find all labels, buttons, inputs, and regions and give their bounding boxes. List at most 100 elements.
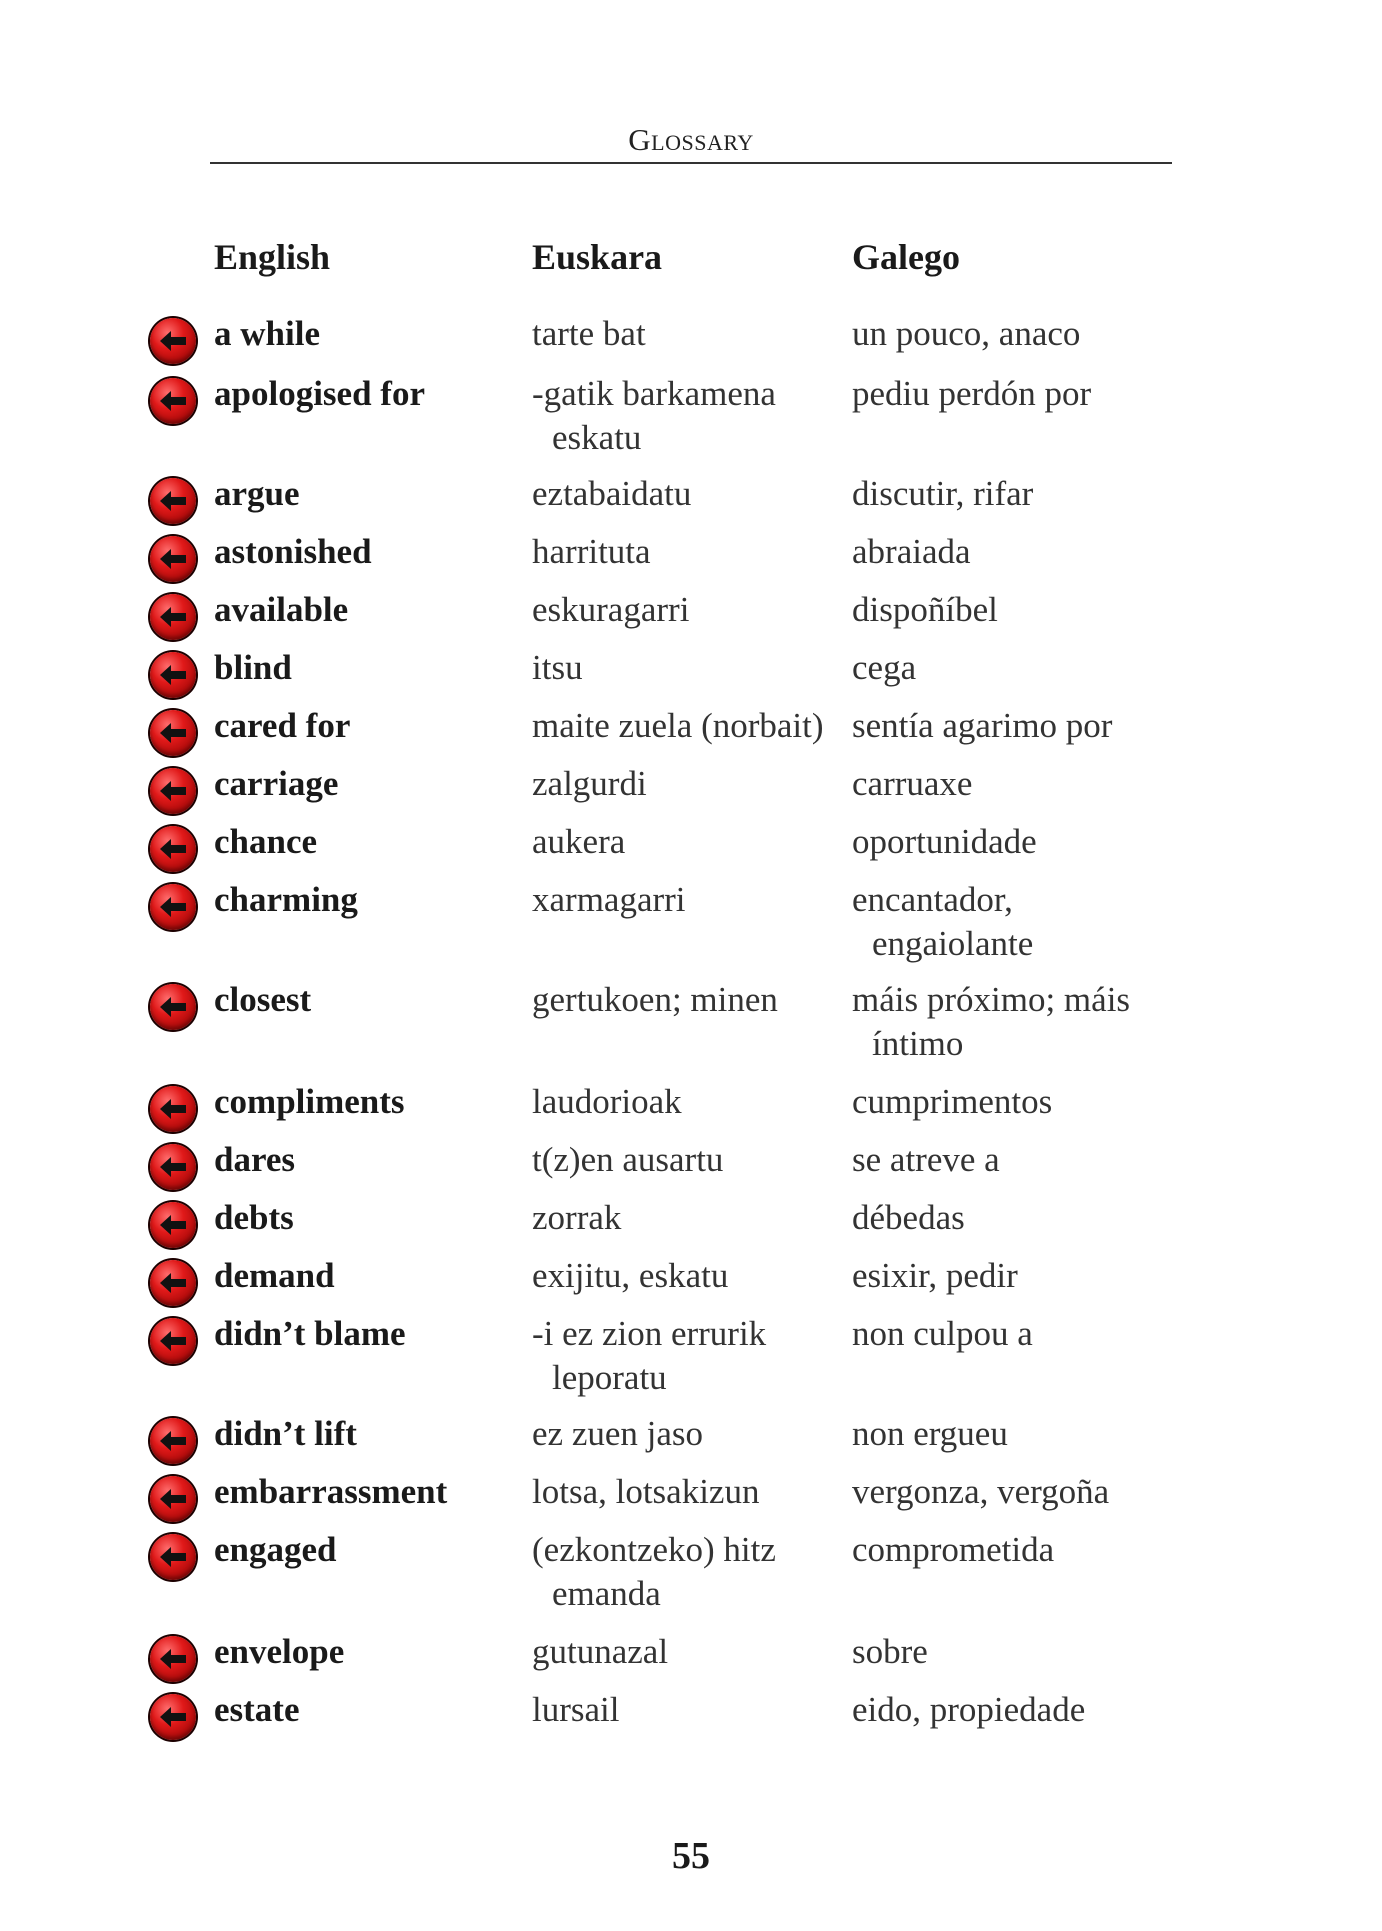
entry-euskara: zorrak [532, 1198, 622, 1237]
audio-button[interactable] [150, 318, 196, 364]
left-arrow-icon [160, 1489, 186, 1509]
entry-english: apologised for [214, 374, 425, 413]
left-arrow-icon [160, 391, 186, 411]
entry-english: demand [214, 1256, 335, 1295]
audio-button[interactable] [150, 1418, 196, 1464]
left-arrow-icon [160, 781, 186, 801]
entry-euskara: (ezkontzeko) hitz [532, 1530, 776, 1569]
entry-euskara: exijitu, eskatu [532, 1256, 729, 1295]
entry-english: astonished [214, 532, 372, 571]
glossary-row: didn’t lift ez zuen jaso non ergueu [0, 1412, 1382, 1464]
audio-button[interactable] [150, 1144, 196, 1190]
entry-galego: non culpou a [852, 1314, 1033, 1353]
entry-galego: carruaxe [852, 764, 973, 803]
glossary-row: closest gertukoen; minen máis próximo; mái… [0, 978, 1382, 1063]
entry-euskara: gutunazal [532, 1632, 669, 1671]
entry-english: dares [214, 1140, 296, 1179]
entry-english: closest [214, 980, 312, 1019]
entry-english: estate [214, 1690, 300, 1729]
audio-button[interactable] [150, 1476, 196, 1522]
audio-button[interactable] [150, 1534, 196, 1580]
left-arrow-icon [160, 1547, 186, 1567]
entry-english: didn’t blame [214, 1314, 406, 1353]
glossary-list: a while tarte bat un pouco, anaco apologise… [0, 0, 1382, 1800]
glossary-row: a while tarte bat un pouco, anaco [0, 312, 1382, 364]
glossary-row: carriage zalgurdi carruaxe [0, 762, 1382, 814]
entry-euskara: gertukoen; minen [532, 980, 778, 1019]
left-arrow-icon [160, 723, 186, 743]
entry-english: envelope [214, 1632, 345, 1671]
left-arrow-icon [160, 839, 186, 859]
entry-galego: máis próximo; máis [852, 980, 1131, 1019]
glossary-row: available eskuragarri dispoñíbel [0, 588, 1382, 640]
entry-euskara: aukera [532, 822, 626, 861]
entry-euskara-continued: eskatu [552, 418, 642, 457]
entry-euskara: harrituta [532, 532, 651, 571]
left-arrow-icon [160, 331, 186, 351]
glossary-row: dares t(z)en ausartu se atreve a [0, 1138, 1382, 1190]
audio-button[interactable] [150, 768, 196, 814]
glossary-row: estate lursail eido, propiedade [0, 1688, 1382, 1740]
left-arrow-icon [160, 1215, 186, 1235]
entry-english: available [214, 590, 349, 629]
entry-galego: sentía agarimo por [852, 706, 1113, 745]
entry-euskara: xarmagarri [532, 880, 686, 919]
entry-english: charming [214, 880, 358, 919]
entry-galego: eido, propiedade [852, 1690, 1086, 1729]
audio-button[interactable] [150, 594, 196, 640]
entry-euskara: maite zuela (norbait) [532, 706, 824, 745]
entry-english: argue [214, 474, 300, 513]
entry-euskara: -i ez zion errurik [532, 1314, 767, 1353]
entry-galego: comprometida [852, 1530, 1055, 1569]
entry-galego: abraiada [852, 532, 971, 571]
entry-euskara: lotsa, lotsakizun [532, 1472, 760, 1511]
entry-english: engaged [214, 1530, 337, 1569]
audio-button[interactable] [150, 536, 196, 582]
entry-galego: pediu perdón por [852, 374, 1092, 413]
entry-euskara: t(z)en ausartu [532, 1140, 724, 1179]
entry-english: cared for [214, 706, 351, 745]
glossary-row: cared for maite zuela (norbait) sentía aga… [0, 704, 1382, 756]
entry-euskara: eztabaidatu [532, 474, 692, 513]
entry-english: didn’t lift [214, 1414, 357, 1453]
audio-button[interactable] [150, 1636, 196, 1682]
glossary-row: argue eztabaidatu discutir, rifar [0, 472, 1382, 524]
entry-galego: esixir, pedir [852, 1256, 1018, 1295]
audio-button[interactable] [150, 478, 196, 524]
glossary-row: demand exijitu, eskatu esixir, pedir [0, 1254, 1382, 1306]
audio-button[interactable] [150, 1260, 196, 1306]
audio-button[interactable] [150, 378, 196, 424]
entry-euskara: zalgurdi [532, 764, 647, 803]
audio-button[interactable] [150, 652, 196, 698]
entry-english: carriage [214, 764, 339, 803]
entry-galego: débedas [852, 1198, 965, 1237]
entry-galego: dispoñíbel [852, 590, 998, 629]
left-arrow-icon [160, 665, 186, 685]
entry-english: a while [214, 314, 320, 353]
glossary-row: compliments laudorioak cumprimentos [0, 1080, 1382, 1132]
audio-button[interactable] [150, 826, 196, 872]
glossary-row: engaged (ezkontzeko) hitz comprometida eman… [0, 1528, 1382, 1613]
entry-english: compliments [214, 1082, 405, 1121]
audio-button[interactable] [150, 1694, 196, 1740]
entry-galego: encantador, [852, 880, 1013, 919]
audio-button[interactable] [150, 710, 196, 756]
glossary-row: astonished harrituta abraiada [0, 530, 1382, 582]
audio-button[interactable] [150, 984, 196, 1030]
entry-english: chance [214, 822, 318, 861]
left-arrow-icon [160, 1273, 186, 1293]
entry-galego-continued: engaiolante [872, 924, 1034, 963]
entry-euskara: laudorioak [532, 1082, 682, 1121]
audio-button[interactable] [150, 1202, 196, 1248]
left-arrow-icon [160, 1099, 186, 1119]
glossary-row: debts zorrak débedas [0, 1196, 1382, 1248]
left-arrow-icon [160, 607, 186, 627]
entry-euskara-continued: leporatu [552, 1358, 667, 1397]
audio-button[interactable] [150, 1086, 196, 1132]
entry-euskara: -gatik barkamena [532, 374, 776, 413]
entry-galego: cumprimentos [852, 1082, 1053, 1121]
audio-button[interactable] [150, 1318, 196, 1364]
audio-button[interactable] [150, 884, 196, 930]
entry-euskara: itsu [532, 648, 583, 687]
glossary-row: blind itsu cega [0, 646, 1382, 698]
